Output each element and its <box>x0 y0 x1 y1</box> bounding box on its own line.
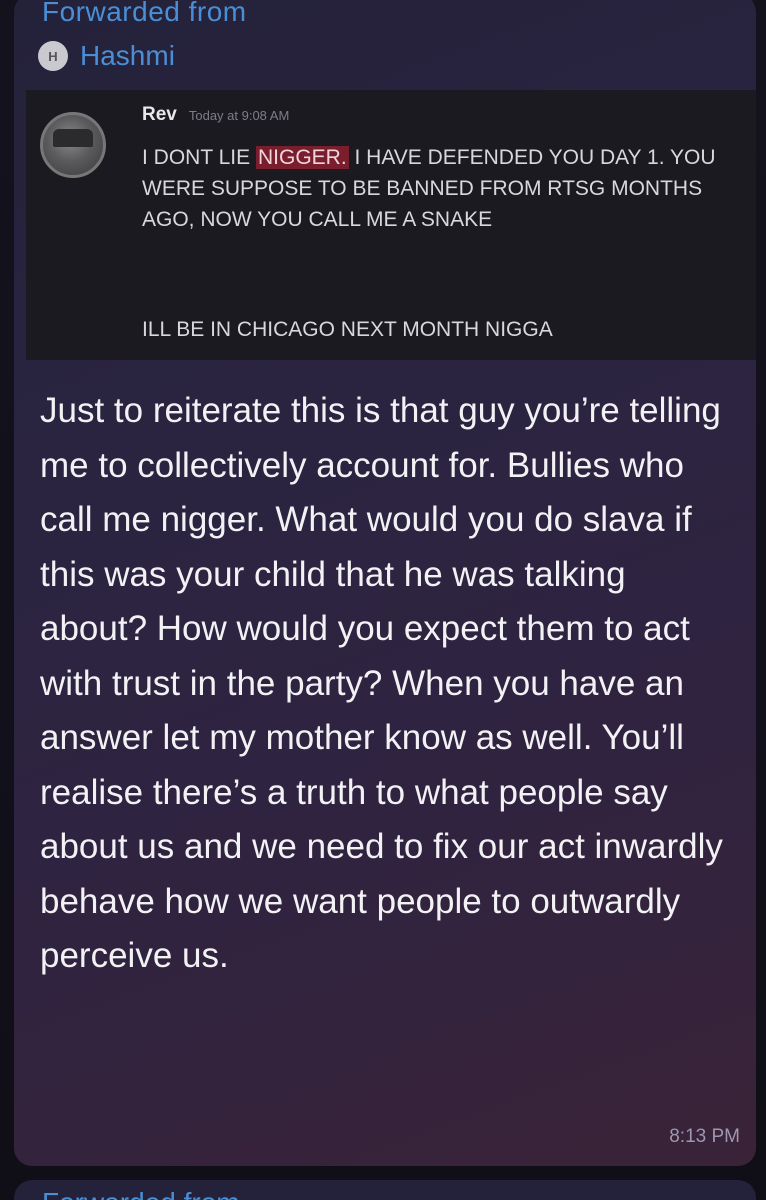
embedded-last-line: ILL BE IN CHICAGO NEXT MONTH NIGGA <box>142 318 553 341</box>
embedded-text-before: I DONT LIE <box>142 146 256 169</box>
chat-screen: Forwarded from H Hashmi Rev Today at 9:0… <box>0 0 766 1200</box>
source-name[interactable]: Hashmi <box>80 40 175 72</box>
forwarded-label: Forwarded from <box>42 0 247 27</box>
source-avatar: H <box>38 41 68 71</box>
message-time: 8:13 PM <box>669 1126 740 1147</box>
avatar-cap-shape <box>53 129 93 147</box>
highlighted-word: NIGGER. <box>255 146 349 169</box>
message-text: Just to reiterate this is that guy you’r… <box>40 391 723 975</box>
embedded-username: Rev <box>142 104 177 125</box>
embedded-timestamp: Today at 9:08 AM <box>188 108 290 123</box>
embedded-message-text: I DONT LIE NIGGER. I HAVE DEFENDED YOU D… <box>142 142 746 235</box>
embedded-header: Rev Today at 9:08 AM <box>142 104 289 126</box>
forwarded-source[interactable]: H Hashmi <box>38 40 175 72</box>
embedded-screenshot[interactable]: Rev Today at 9:08 AM I DONT LIE NIGGER. … <box>26 90 756 360</box>
next-forwarded-label: Forwarded from <box>42 1187 240 1200</box>
user-avatar <box>40 112 106 178</box>
